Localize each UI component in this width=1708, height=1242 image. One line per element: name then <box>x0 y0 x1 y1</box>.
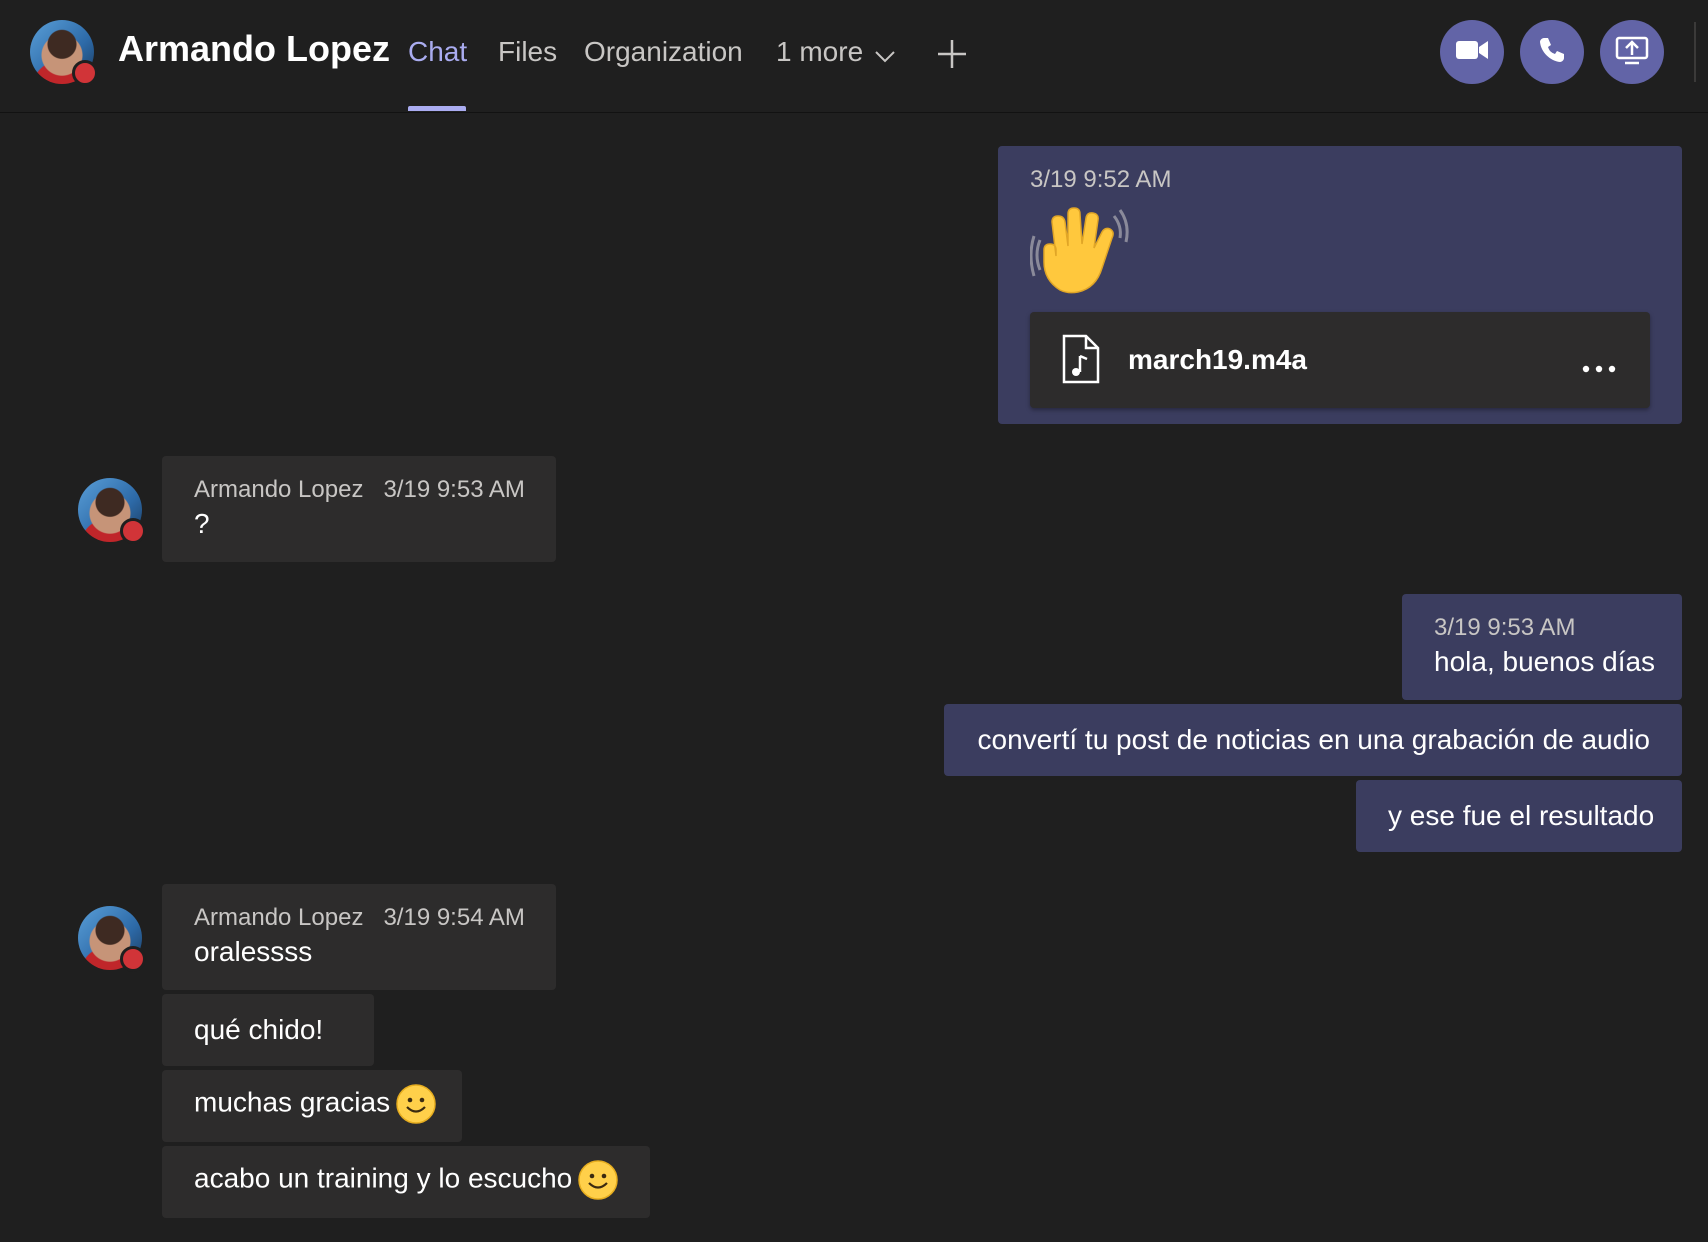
share-screen-icon <box>1615 35 1649 70</box>
message-text: y ese fue el resultado <box>1388 800 1655 831</box>
received-message-bubble[interactable]: Armando Lopez 3/19 9:54 AM oralessss <box>162 884 556 990</box>
video-call-icon <box>1455 38 1489 67</box>
received-message-bubble[interactable]: muchas gracias <box>162 1070 462 1142</box>
message-timestamp: 3/19 9:54 AM <box>383 904 525 931</box>
sender-name: Armando Lopez <box>194 904 364 931</box>
contact-name-title: Armando Lopez <box>118 28 391 69</box>
header-divider <box>1694 22 1696 82</box>
sent-message-bubble[interactable]: convertí tu post de noticias en una grab… <box>944 704 1682 776</box>
audio-call-icon <box>1538 36 1566 69</box>
audio-call-button[interactable] <box>1520 20 1584 84</box>
message-text-with-emoji: muchas gracias <box>194 1084 436 1124</box>
file-name[interactable]: march19.m4a <box>1128 342 1307 378</box>
message-timestamp: 3/19 9:53 AM <box>383 476 525 503</box>
presence-busy-indicator <box>120 946 146 972</box>
smile-emoji-icon <box>396 1084 436 1124</box>
message-text-with-emoji: acabo un training y lo escucho <box>194 1160 618 1200</box>
sender-avatar[interactable] <box>78 906 146 972</box>
message-header: Armando Lopez 3/19 9:54 AM <box>194 902 525 934</box>
presence-busy-indicator <box>72 60 98 86</box>
received-message-bubble[interactable]: qué chido! <box>162 994 374 1066</box>
sender-name: Armando Lopez <box>194 476 364 503</box>
active-tab-indicator <box>408 106 466 111</box>
message-text: convertí tu post de noticias en una grab… <box>977 724 1650 755</box>
video-call-button[interactable] <box>1440 20 1504 84</box>
tab-chat[interactable]: Chat <box>408 36 467 68</box>
message-text: ? <box>194 508 210 539</box>
contact-avatar[interactable] <box>30 20 98 86</box>
tab-files[interactable]: Files <box>498 36 557 68</box>
smile-emoji-icon <box>578 1160 618 1200</box>
received-message-bubble[interactable]: acabo un training y lo escucho <box>162 1146 650 1218</box>
more-options-icon[interactable] <box>1582 346 1616 382</box>
message-text: acabo un training y lo escucho <box>194 1162 573 1194</box>
message-timestamp: 3/19 9:52 AM <box>1030 166 1172 193</box>
presence-busy-indicator <box>120 518 146 544</box>
audio-file-icon <box>1060 334 1100 393</box>
sent-message-bubble[interactable]: 3/19 9:53 AM hola, buenos días <box>1402 594 1682 700</box>
message-text: hola, buenos días <box>1434 646 1656 677</box>
sent-message-bubble[interactable]: y ese fue el resultado <box>1356 780 1682 852</box>
tab-organization[interactable]: Organization <box>584 36 743 68</box>
tab-more-label: 1 more <box>776 36 864 67</box>
add-tab-icon[interactable] <box>936 38 968 70</box>
message-text: qué chido! <box>194 1014 324 1045</box>
sent-message-bubble[interactable]: 3/19 9:52 AM march19.m4a <box>998 146 1682 424</box>
received-message-bubble[interactable]: Armando Lopez 3/19 9:53 AM ? <box>162 456 556 562</box>
sender-avatar[interactable] <box>78 478 146 544</box>
message-text: oralessss <box>194 936 313 967</box>
message-text: muchas gracias <box>194 1086 391 1118</box>
chat-header: Armando Lopez Chat Files Organization 1 … <box>0 0 1708 113</box>
share-screen-button[interactable] <box>1600 20 1664 84</box>
tab-more-dropdown[interactable]: 1 more <box>776 36 895 70</box>
chevron-down-icon <box>875 38 895 70</box>
file-attachment-card[interactable]: march19.m4a <box>1030 312 1650 408</box>
message-timestamp: 3/19 9:53 AM <box>1434 614 1576 641</box>
waving-hand-icon <box>1029 200 1130 309</box>
message-header: Armando Lopez 3/19 9:53 AM <box>194 474 525 506</box>
